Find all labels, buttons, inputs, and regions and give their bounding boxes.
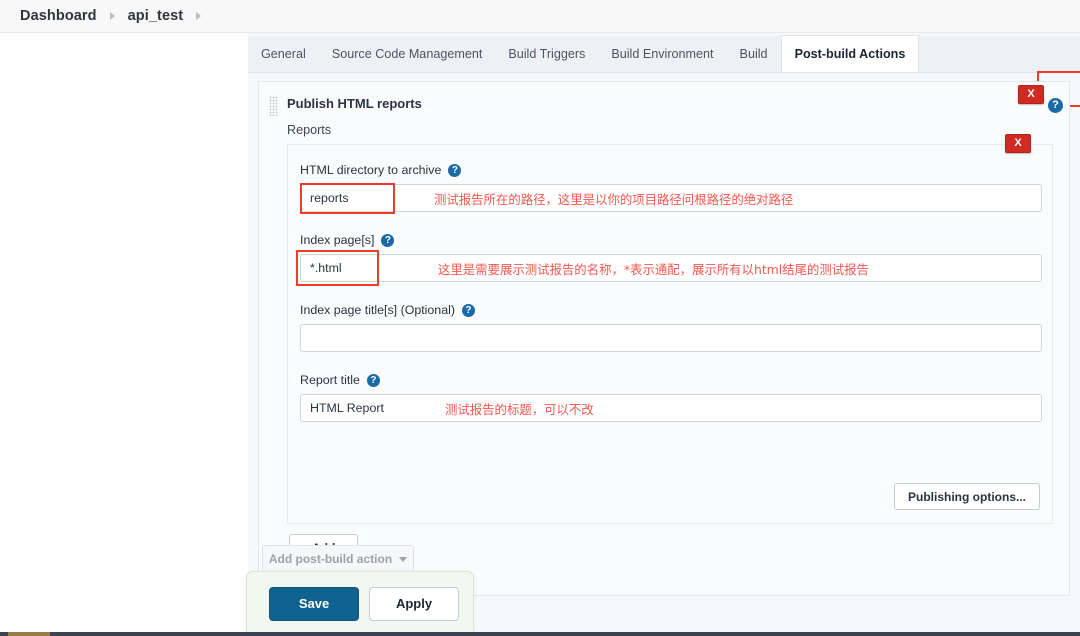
publishing-options-button[interactable]: Publishing options...: [894, 483, 1040, 510]
breadcrumb-separator-icon: [109, 12, 115, 20]
field-html-directory: HTML directory to archive ? 测试报告所在的路径，这里…: [300, 163, 1042, 214]
tab-build[interactable]: Build: [727, 36, 781, 72]
index-page-titles-input[interactable]: [300, 324, 1042, 352]
apply-button[interactable]: Apply: [369, 586, 459, 621]
bottom-strip-accent: [8, 632, 50, 636]
breadcrumb-separator-icon: [196, 12, 202, 20]
tab-general[interactable]: General: [248, 36, 319, 72]
jenkins-config-page: Dashboard api_test General Source Code M…: [0, 0, 1080, 636]
publish-html-reports-panel: Publish HTML reports Reports X ? X HTML …: [258, 81, 1070, 596]
add-post-build-action-button[interactable]: Add post-build action: [262, 545, 414, 573]
html-directory-input-wrap: 测试报告所在的路径，这里是以你的项目路径问根路径的绝对路径: [300, 183, 1042, 214]
field-index-pages: Index page[s] ? 这里是需要展示测试报告的名称，*表示通配，展示所…: [296, 233, 1042, 286]
field-label-row: Index page[s] ?: [300, 233, 1042, 247]
reports-label: Reports: [287, 123, 332, 137]
breadcrumb-item-api-test[interactable]: api_test: [128, 8, 184, 24]
report-entry-card: X HTML directory to archive ? 测试报告所在的路径，…: [287, 134, 1053, 524]
html-directory-input[interactable]: [300, 184, 1042, 212]
tab-build-environment[interactable]: Build Environment: [598, 36, 726, 72]
tab-source-code-management[interactable]: Source Code Management: [319, 36, 496, 72]
breadcrumb: Dashboard api_test: [0, 0, 1080, 33]
panel-title: Publish HTML reports: [287, 96, 422, 111]
tab-build-triggers[interactable]: Build Triggers: [495, 36, 598, 72]
report-title-input-wrap: 测试报告的标题，可以不改: [300, 394, 1042, 422]
help-icon-index-page-titles[interactable]: ?: [461, 303, 475, 317]
help-icon-report-title[interactable]: ?: [366, 373, 380, 387]
report-title-input[interactable]: [300, 394, 1042, 422]
remove-report-button[interactable]: X: [1005, 134, 1031, 153]
help-icon-html-directory[interactable]: ?: [448, 163, 462, 177]
remove-publisher-button[interactable]: X: [1018, 85, 1044, 104]
field-label-row: HTML directory to archive ?: [300, 163, 1042, 177]
field-label-row: Report title ?: [300, 373, 1042, 387]
field-label-row: Index page title[s] (Optional) ?: [300, 303, 1042, 317]
report-title-label: Report title: [300, 373, 360, 387]
config-column: General Source Code Management Build Tri…: [248, 33, 1080, 636]
save-footer: Save Apply: [246, 571, 474, 636]
index-page-titles-label: Index page title[s] (Optional): [300, 303, 455, 317]
breadcrumb-item-dashboard[interactable]: Dashboard: [20, 8, 97, 24]
chevron-down-icon: [399, 556, 408, 562]
html-directory-label: HTML directory to archive: [300, 163, 442, 177]
index-pages-input-wrap: 这里是需要展示测试报告的名称，*表示通配，展示所有以html结尾的测试报告: [296, 250, 1042, 286]
add-post-build-action-label: Add post-build action: [268, 552, 393, 566]
field-report-title: Report title ? 测试报告的标题，可以不改: [300, 373, 1042, 422]
index-page-titles-input-wrap: [300, 324, 1042, 352]
help-icon-publish-html-reports[interactable]: ?: [1048, 98, 1063, 113]
config-tabbar: General Source Code Management Build Tri…: [248, 35, 1080, 73]
help-icon-index-pages[interactable]: ?: [381, 233, 395, 247]
save-button[interactable]: Save: [269, 586, 359, 621]
tab-post-build-actions[interactable]: Post-build Actions: [780, 35, 920, 72]
bottom-strip: [0, 632, 1080, 636]
index-pages-label: Index page[s]: [300, 233, 375, 247]
field-index-page-titles: Index page title[s] (Optional) ?: [300, 303, 1042, 352]
index-pages-input[interactable]: [300, 254, 1042, 282]
drag-handle-icon[interactable]: [269, 96, 278, 116]
